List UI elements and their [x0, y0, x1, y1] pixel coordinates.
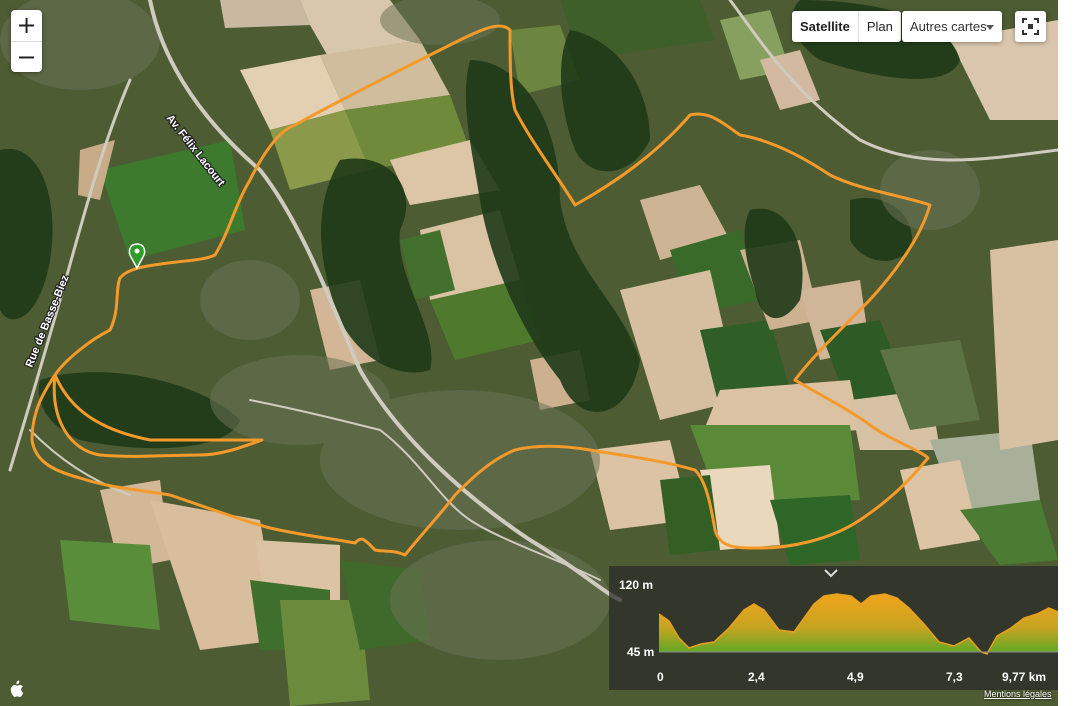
- fullscreen-button[interactable]: [1015, 11, 1046, 42]
- distance-tick-1: 2,4: [748, 670, 765, 684]
- map-type-toggle: Satellite Plan: [792, 11, 901, 42]
- other-maps-label: Autres cartes: [910, 19, 987, 34]
- distance-tick-0: 0: [657, 670, 664, 684]
- apple-logo-icon: [10, 680, 24, 697]
- zoom-out-button[interactable]: −: [11, 42, 42, 73]
- distance-tick-4: 9,77 km: [1002, 670, 1047, 684]
- chevron-down-icon[interactable]: [824, 569, 838, 578]
- right-margin: [1058, 0, 1075, 706]
- plan-button[interactable]: Plan: [859, 11, 901, 42]
- elevation-min-label: 45 m: [627, 645, 655, 659]
- distance-tick-3: 7,3: [946, 670, 963, 684]
- distance-tick-2: 4,9: [847, 670, 864, 684]
- zoom-control: + −: [11, 10, 42, 72]
- fullscreen-icon: [1022, 18, 1039, 35]
- elevation-profile-panel[interactable]: 120 m 45 m 0 2,4 4,9 7,3 9,77 km: [609, 566, 1058, 690]
- elevation-area: [659, 594, 1058, 654]
- legal-notice-link[interactable]: Mentions légales: [984, 689, 1052, 699]
- elevation-max-label: 120 m: [619, 578, 654, 592]
- satellite-button[interactable]: Satellite: [792, 11, 859, 42]
- chevron-down-icon: [986, 25, 994, 30]
- zoom-in-button[interactable]: +: [11, 10, 42, 42]
- other-maps-dropdown[interactable]: Autres cartes: [902, 11, 1002, 42]
